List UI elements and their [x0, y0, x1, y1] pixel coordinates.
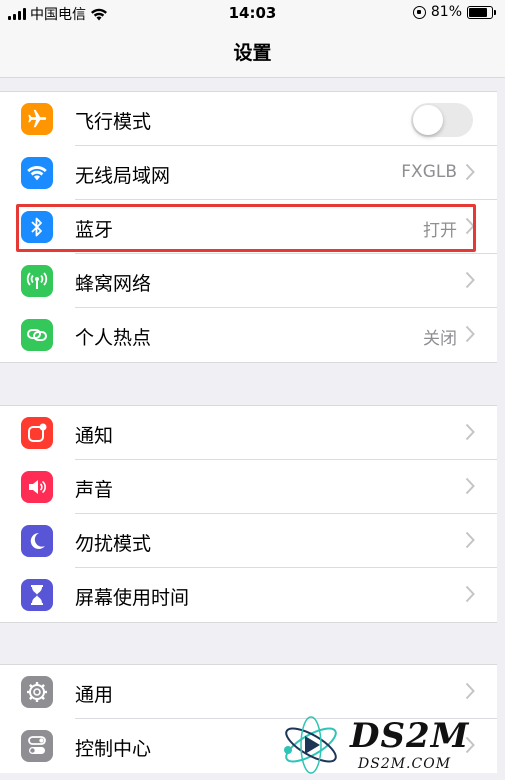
- row-label: 飞行模式: [75, 111, 152, 133]
- wifi-icon: [21, 157, 53, 189]
- chevron-right-icon: [465, 271, 475, 289]
- watermark-brand: DS2M: [350, 716, 470, 756]
- row-do-not-disturb[interactable]: 勿扰模式: [0, 514, 497, 568]
- row-notifications[interactable]: 通知: [0, 406, 497, 460]
- airplane-icon: [21, 103, 53, 135]
- airplane-mode-toggle[interactable]: [411, 103, 473, 137]
- chevron-right-icon: [465, 477, 475, 495]
- row-label: 通知: [75, 425, 114, 447]
- chevron-right-icon: [465, 423, 475, 441]
- watermark-logo-icon: [284, 716, 337, 774]
- hotspot-icon: [21, 319, 53, 351]
- row-label: 控制中心: [75, 738, 152, 760]
- row-personal-hotspot[interactable]: 个人热点 关闭: [0, 308, 497, 362]
- watermark-site: DS2M.COM: [358, 756, 452, 772]
- hourglass-icon: [21, 579, 53, 611]
- status-right: 81%: [412, 4, 496, 20]
- row-label: 无线局域网: [75, 165, 171, 187]
- moon-icon: [21, 525, 53, 557]
- battery-icon: [467, 5, 496, 19]
- cellular-icon: [21, 265, 53, 297]
- rotation-lock-icon: [412, 5, 426, 19]
- row-cellular[interactable]: 蜂窝网络: [0, 254, 497, 308]
- row-label: 屏幕使用时间: [75, 587, 190, 609]
- control-center-icon: [21, 730, 53, 762]
- navigation-bar: 设置: [0, 26, 505, 78]
- chevron-right-icon: [465, 585, 475, 603]
- row-airplane-mode[interactable]: 飞行模式: [0, 92, 497, 146]
- chevron-right-icon: [465, 325, 475, 343]
- row-wifi[interactable]: 无线局域网 FXGLB: [0, 146, 497, 200]
- chevron-right-icon: [465, 682, 475, 700]
- row-label: 通用: [75, 684, 114, 706]
- row-label: 个人热点: [75, 327, 152, 349]
- wifi-network-name: FXGLB: [401, 162, 457, 182]
- sound-icon: [21, 471, 53, 503]
- page-title: 设置: [233, 42, 272, 64]
- settings-group-notifications: 通知 声音 勿扰模式 屏幕使用时间: [0, 405, 497, 623]
- battery-fill: [469, 7, 487, 17]
- row-screen-time[interactable]: 屏幕使用时间: [0, 568, 497, 622]
- row-label: 蜂窝网络: [75, 273, 152, 295]
- row-label: 声音: [75, 479, 114, 501]
- row-label: 勿扰模式: [75, 533, 152, 555]
- chevron-right-icon: [465, 531, 475, 549]
- status-bar: 中国电信 14:03 81%: [0, 0, 505, 26]
- watermark: DS2M DS2M.COM: [278, 712, 500, 778]
- gear-icon: [21, 676, 53, 708]
- notifications-icon: [21, 417, 53, 449]
- row-general[interactable]: 通用: [0, 665, 497, 719]
- row-sounds[interactable]: 声音: [0, 460, 497, 514]
- bluetooth-highlight-box: [16, 204, 476, 252]
- battery-percent: 81%: [430, 4, 462, 20]
- hotspot-status: 关闭: [423, 329, 457, 349]
- chevron-right-icon: [465, 163, 475, 181]
- toggle-knob: [413, 105, 443, 135]
